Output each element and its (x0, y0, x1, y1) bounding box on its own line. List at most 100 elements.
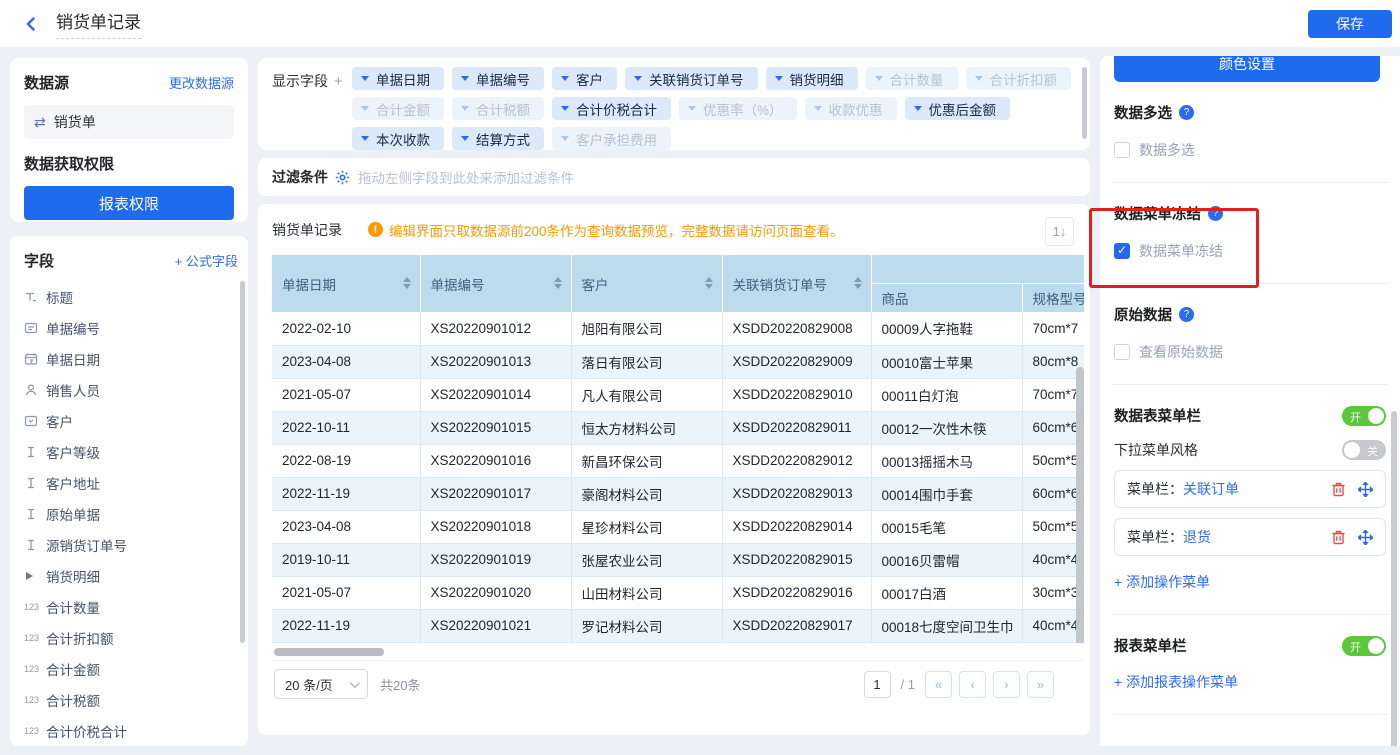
field-type-icon: 123 (24, 726, 44, 736)
field-list-item[interactable]: 源销货订单号 (24, 529, 238, 560)
page-number-input[interactable]: 1 (864, 671, 891, 698)
menu-bar-item[interactable]: 菜单栏： 关联订单 (1114, 470, 1386, 508)
column-header[interactable]: 单据编号 (420, 255, 571, 312)
help-icon[interactable]: ? (1179, 105, 1194, 120)
raw-data-checkbox-row[interactable]: 查看原始数据 (1114, 342, 1386, 362)
display-field-tag[interactable]: 客户 (552, 67, 617, 90)
table-row: 2022-08-19 XS20220901016 新昌环保公司 XSDD2022… (272, 444, 1084, 477)
table-menu-toggle[interactable]: 开 (1342, 406, 1386, 426)
column-header[interactable]: 关联销货订单号 (722, 255, 871, 312)
delete-icon[interactable] (1331, 530, 1346, 545)
gear-icon[interactable] (335, 170, 350, 185)
menu-freeze-checkbox-row[interactable]: 数据菜单冻结 (1114, 241, 1386, 261)
display-field-tag[interactable]: 关联销货订单号 (625, 67, 758, 90)
table-horizontal-scrollbar[interactable] (272, 648, 1078, 656)
display-field-tag[interactable]: 优惠率（%） (679, 97, 797, 120)
report-permission-button[interactable]: 报表权限 (24, 186, 234, 220)
display-field-tag[interactable]: 单据编号 (452, 67, 544, 90)
cell-spec: 40cm*4 (1022, 543, 1084, 576)
add-display-field-button[interactable]: + (334, 73, 343, 90)
display-field-tag[interactable]: 合计税额 (452, 97, 544, 120)
field-label: 合计数量 (46, 597, 100, 617)
field-list-item[interactable]: 客户等级 (24, 436, 238, 467)
display-field-tag[interactable]: 单据日期 (352, 67, 444, 90)
fields-scrollbar[interactable] (240, 281, 245, 643)
cell-order-no: XSDD20220829013 (722, 477, 871, 510)
display-field-tag[interactable]: 优惠后金额 (905, 97, 1011, 120)
field-list-item[interactable]: 单据编号 (24, 312, 238, 343)
page-size-select[interactable]: 20 条/页 (274, 669, 368, 699)
next-page-button[interactable]: › (993, 671, 1020, 698)
dropdown-style-toggle[interactable]: 关 (1342, 440, 1386, 460)
display-field-tag[interactable]: 客户承担费用 (552, 127, 671, 150)
display-field-tag[interactable]: 合计折扣额 (966, 67, 1072, 90)
display-field-tag[interactable]: 销货明细 (766, 67, 858, 90)
field-list-item[interactable]: 123 合计价税合计 (24, 715, 238, 746)
cell-customer: 罗记材料公司 (571, 609, 722, 642)
field-list-item[interactable]: 123 合计税额 (24, 684, 238, 715)
field-type-icon (24, 383, 44, 397)
table-row: 2023-04-08 XS20220901018 星珍材料公司 XSDD2022… (272, 510, 1084, 543)
field-list-item[interactable]: 客户地址 (24, 467, 238, 498)
first-page-button[interactable]: « (925, 671, 952, 698)
field-list-item[interactable]: 单据日期 (24, 343, 238, 374)
display-field-tag[interactable]: 结算方式 (452, 127, 544, 150)
column-header[interactable]: 单据日期 (272, 255, 420, 312)
raw-data-checkbox[interactable] (1114, 344, 1130, 360)
cell-customer: 旭阳有限公司 (571, 312, 722, 345)
sort-arrows-icon[interactable] (854, 277, 862, 289)
cell-doc-no: XS20220901017 (420, 477, 571, 510)
multi-select-checkbox-row[interactable]: 数据多选 (1114, 140, 1386, 160)
prev-page-button[interactable]: ‹ (959, 671, 986, 698)
field-list-item[interactable]: 123 合计折扣额 (24, 622, 238, 653)
column-header[interactable]: 客户 (571, 255, 722, 312)
display-fields-scrollbar[interactable] (1082, 67, 1087, 139)
change-datasource-link[interactable]: 更改数据源 (169, 73, 234, 92)
back-icon[interactable] (20, 13, 42, 35)
multi-select-checkbox[interactable] (1114, 142, 1130, 158)
cell-order-no: XSDD20220829009 (722, 345, 871, 378)
sort-arrows-icon[interactable] (705, 277, 713, 289)
field-list-item[interactable]: 原始单据 (24, 498, 238, 529)
field-list-item[interactable]: 标题 (24, 281, 238, 312)
chevron-down-icon (688, 106, 696, 111)
table-vertical-scrollbar[interactable] (1076, 367, 1084, 643)
sub-column-header[interactable]: 商品 (871, 283, 1022, 312)
add-report-menu-link[interactable]: + 添加报表操作菜单 (1114, 672, 1386, 692)
add-formula-field-link[interactable]: + 公式字段 (175, 251, 238, 270)
sub-column-header[interactable]: 规格型号 (1022, 283, 1084, 312)
settings-scrollbar[interactable] (1391, 411, 1397, 746)
display-field-tag[interactable]: 合计金额 (352, 97, 444, 120)
sort-arrows-icon[interactable] (554, 277, 562, 289)
display-field-tag[interactable]: 收款优惠 (805, 97, 897, 120)
help-icon[interactable]: ? (1179, 307, 1194, 322)
field-list-item[interactable]: 客户 (24, 405, 238, 436)
chevron-down-icon (775, 76, 783, 81)
sort-arrows-icon[interactable] (403, 277, 411, 289)
move-icon[interactable] (1358, 482, 1373, 497)
cell-order-no: XSDD20220829010 (722, 378, 871, 411)
move-icon[interactable] (1358, 530, 1373, 545)
menu-bar-item[interactable]: 菜单栏： 退货 (1114, 518, 1386, 556)
display-field-tag[interactable]: 合计价税合计 (552, 97, 671, 120)
add-action-menu-link[interactable]: + 添加操作菜单 (1114, 572, 1386, 592)
filter-panel: 过滤条件 拖动左侧字段到此处来添加过滤条件 (258, 158, 1090, 196)
table-title: 销货单记录 (272, 220, 342, 240)
display-field-tag[interactable]: 本次收款 (352, 127, 444, 150)
last-page-button[interactable]: » (1027, 671, 1054, 698)
field-list-item[interactable]: 123 合计金额 (24, 653, 238, 684)
delete-icon[interactable] (1331, 482, 1346, 497)
report-menu-toggle[interactable]: 开 (1342, 636, 1386, 656)
save-button[interactable]: 保存 (1308, 10, 1392, 38)
cell-customer: 新昌环保公司 (571, 444, 722, 477)
field-list-item[interactable]: 销售人员 (24, 374, 238, 405)
menu-freeze-checkbox[interactable] (1114, 243, 1130, 259)
help-icon[interactable]: ? (1208, 206, 1223, 221)
color-settings-button[interactable]: 颜色设置 (1114, 56, 1380, 82)
field-list-item[interactable]: 销货明细 (24, 560, 238, 591)
field-label: 销售人员 (46, 380, 100, 400)
field-list-item[interactable]: 123 合计数量 (24, 591, 238, 622)
display-field-tag[interactable]: 合计数量 (866, 67, 958, 90)
sort-order-button[interactable]: 1↓ (1045, 217, 1074, 246)
datasource-item[interactable]: ⇄ 销货单 (24, 105, 234, 139)
